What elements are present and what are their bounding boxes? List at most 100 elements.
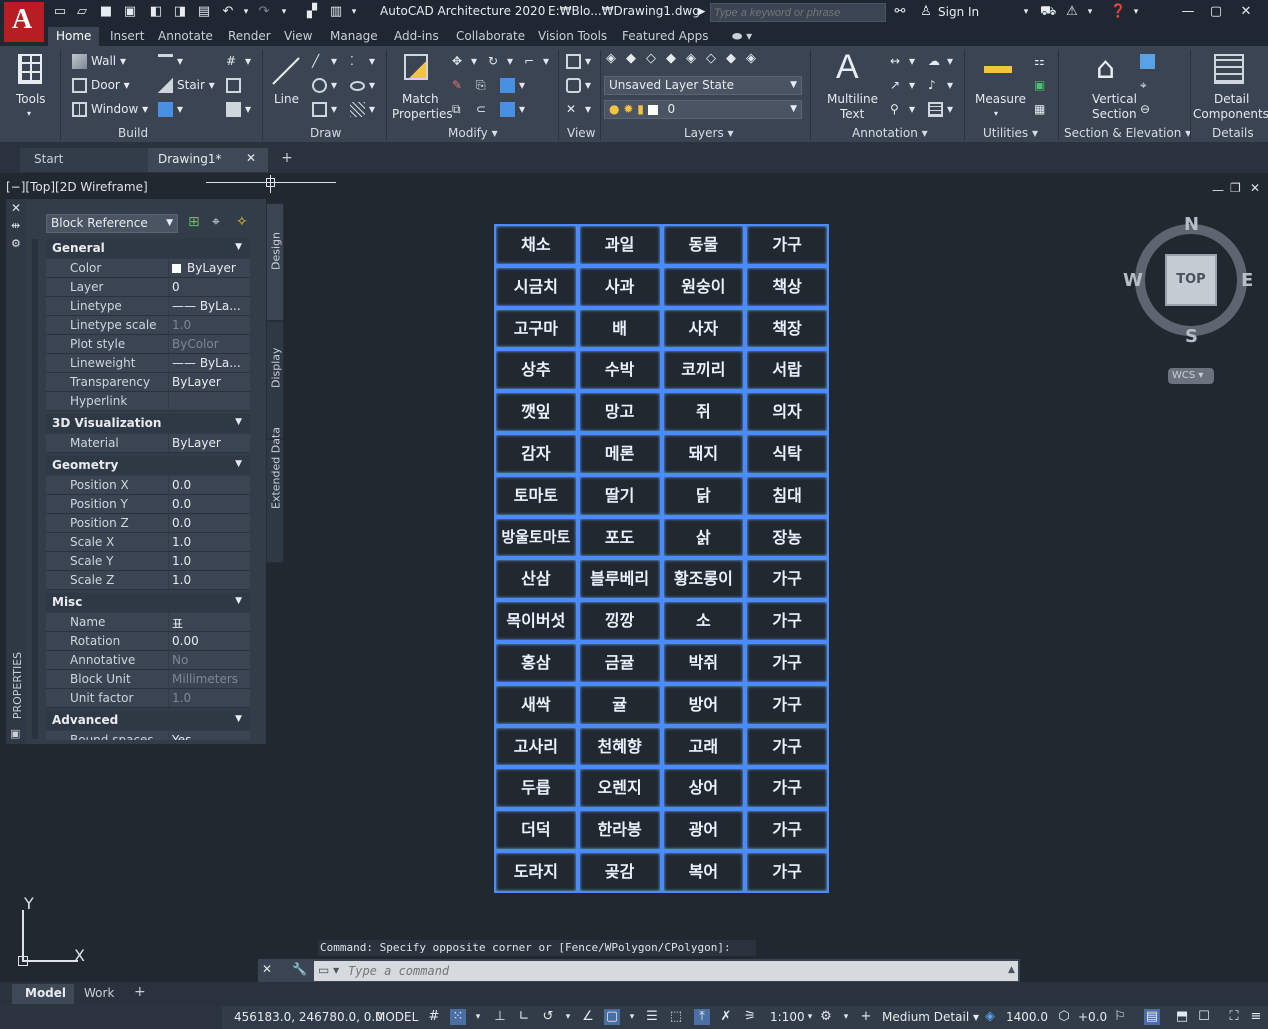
table-cell[interactable]: 깻잎 [494,391,578,433]
space-button[interactable]: ▾ [226,102,251,117]
tools-button[interactable]: Tools ▾ [8,50,54,120]
property-value[interactable]: ByColor [172,337,250,351]
property-row[interactable]: Linetype scale 1.0 [46,316,250,335]
elevation-mark-button[interactable]: ⌖ [1140,78,1159,93]
isolate-button[interactable]: ✕ ▾ [566,102,591,117]
erase-button[interactable]: ✎ [452,78,471,93]
table-cell[interactable]: 황조롱이 [661,558,746,601]
table-cell[interactable]: 고구마 [494,307,578,350]
polar-dropdown-icon[interactable]: ▾ [560,1009,576,1025]
command-settings-icon[interactable]: 🔧 [292,962,307,976]
dimension-button[interactable]: ↔ ▾ [890,54,915,69]
help-dropdown-icon[interactable]: ▾ [1128,4,1144,20]
ribbon-options-icon[interactable]: ⬬ ▾ [724,27,760,46]
compass-w[interactable]: W [1123,270,1143,291]
help-icon[interactable]: ❓ [1110,4,1126,20]
osnap-dropdown-icon[interactable]: ▾ [624,1009,640,1025]
cart-icon[interactable]: ⛟ [1040,4,1056,20]
circle-button[interactable]: ▾ [312,78,337,93]
table-cell[interactable]: 메론 [577,433,662,475]
property-value[interactable]: —— ByLa... [172,299,250,313]
leader-button[interactable]: ↗ ▾ [890,78,915,93]
customize-dropdown-icon[interactable]: ▾ [346,4,362,20]
polyline-button[interactable]: ╱ ▾ [312,54,337,69]
annotation-visibility-icon[interactable]: ⤒ [694,1009,710,1025]
new-file-icon[interactable]: ▭ [52,4,68,20]
save-icon[interactable]: ■ [98,4,114,20]
save-web-icon[interactable]: ◨ [172,4,188,20]
tab-manage[interactable]: Manage [322,27,386,46]
property-value[interactable]: 0 [172,280,250,294]
tab-featured-apps[interactable]: Featured Apps [614,27,716,46]
table-cell[interactable]: 원숭이 [661,265,746,308]
match-properties-button[interactable]: Match Properties [390,50,453,122]
section-box-button[interactable] [1140,54,1159,69]
lineweight-icon[interactable]: ☰ [644,1009,660,1025]
offset-button[interactable]: ⊂ [476,102,495,117]
property-value[interactable]: ByLayer [172,261,250,275]
add-selection-icon[interactable]: ⊞ [188,214,200,230]
property-value[interactable]: ByLayer [172,375,250,389]
table-cell[interactable]: 귤 [577,683,662,726]
tab-display[interactable]: Display [266,321,284,439]
table-cell[interactable]: 더덕 [494,809,578,851]
table-cell[interactable]: 쥐 [661,391,746,433]
palette-close-icon[interactable]: ✕ [11,201,21,215]
undo-dropdown-icon[interactable]: ▾ [238,4,254,20]
redo-icon[interactable]: ↷ [256,4,272,20]
hatch-button[interactable]: ▾ [350,102,375,117]
property-row[interactable]: Position Z 0.0 [46,514,250,533]
table-cell[interactable]: 상어 [661,767,746,810]
table-cell[interactable]: 새싹 [494,683,578,726]
revision-cloud-button[interactable]: ☁ ▾ [928,54,953,69]
detail-components-button[interactable]: Detail Components [1192,50,1268,122]
wcs-menu[interactable]: WCS ▾ [1168,368,1214,384]
sign-in-dropdown-icon[interactable]: ▾ [1018,4,1034,20]
tab-annotate[interactable]: Annotate [150,27,221,46]
table-cell[interactable]: 방울토마토 [494,516,578,559]
open-web-icon[interactable]: ◧ [148,4,164,20]
property-value[interactable]: 0.0 [172,516,250,530]
view-panel-label[interactable]: View [567,126,595,140]
layer-state-dropdown[interactable]: Unsaved Layer State ▼ [604,76,802,95]
utilities-panel-label[interactable]: Utilities ▾ [983,126,1038,140]
search-input[interactable] [710,3,886,22]
snap-dropdown-icon[interactable]: ▾ [470,1009,486,1025]
view-style-button[interactable]: ▾ [566,78,591,93]
column-button[interactable] [226,78,245,93]
table-cell[interactable]: 가구 [745,767,829,810]
table-cell[interactable]: 동물 [661,224,746,266]
table-cell[interactable]: 고래 [661,725,746,768]
table-cell[interactable]: 포도 [577,516,662,559]
table-cell[interactable]: 고사리 [494,725,578,768]
table-cell[interactable]: 침대 [745,474,829,517]
select-objects-icon[interactable]: ⌖ [212,214,220,230]
misc-category[interactable]: Misc ▼ [46,593,250,612]
table-cell[interactable]: 곶감 [577,851,662,893]
property-value[interactable]: 0.0 [172,478,250,492]
close-icon[interactable]: ✕ [1238,4,1254,20]
save-as-icon[interactable]: ▣ [122,4,138,20]
layers-panel-label[interactable]: Layers ▾ [684,126,734,140]
minimize-icon[interactable]: — [1180,4,1196,20]
layer-copy-icon[interactable]: ◆ [726,51,746,66]
surface-hatch-icon[interactable]: ⬡ [1056,1009,1072,1025]
stair-button[interactable]: Stair ▾ [158,78,215,93]
table-cell[interactable]: 박쥐 [661,642,746,684]
table-cell[interactable]: 상추 [494,349,578,392]
line-button[interactable]: Line [268,50,304,120]
table-cell[interactable]: 금귤 [577,642,662,684]
table-cell[interactable]: 닭 [661,474,746,517]
display-detail-dropdown[interactable]: Medium Detail ▾ [882,1010,979,1024]
calculator-button[interactable]: ▦ [1034,102,1053,117]
table-cell[interactable]: 서랍 [745,349,829,392]
annotation-panel-label[interactable]: Annotation ▾ [852,126,928,140]
table-cell[interactable]: 책상 [745,265,829,308]
table-cell[interactable]: 가구 [745,725,829,768]
palette-autohide-icon[interactable]: ⇹ [11,219,20,232]
geometry-category[interactable]: Geometry ▼ [46,456,250,475]
tag-button[interactable]: ⚲ ▾ [890,102,915,117]
table-cell[interactable]: 삵 [661,516,746,559]
connect-icon[interactable]: ⚠ [1064,4,1080,20]
table-cell[interactable]: 감자 [494,433,578,475]
